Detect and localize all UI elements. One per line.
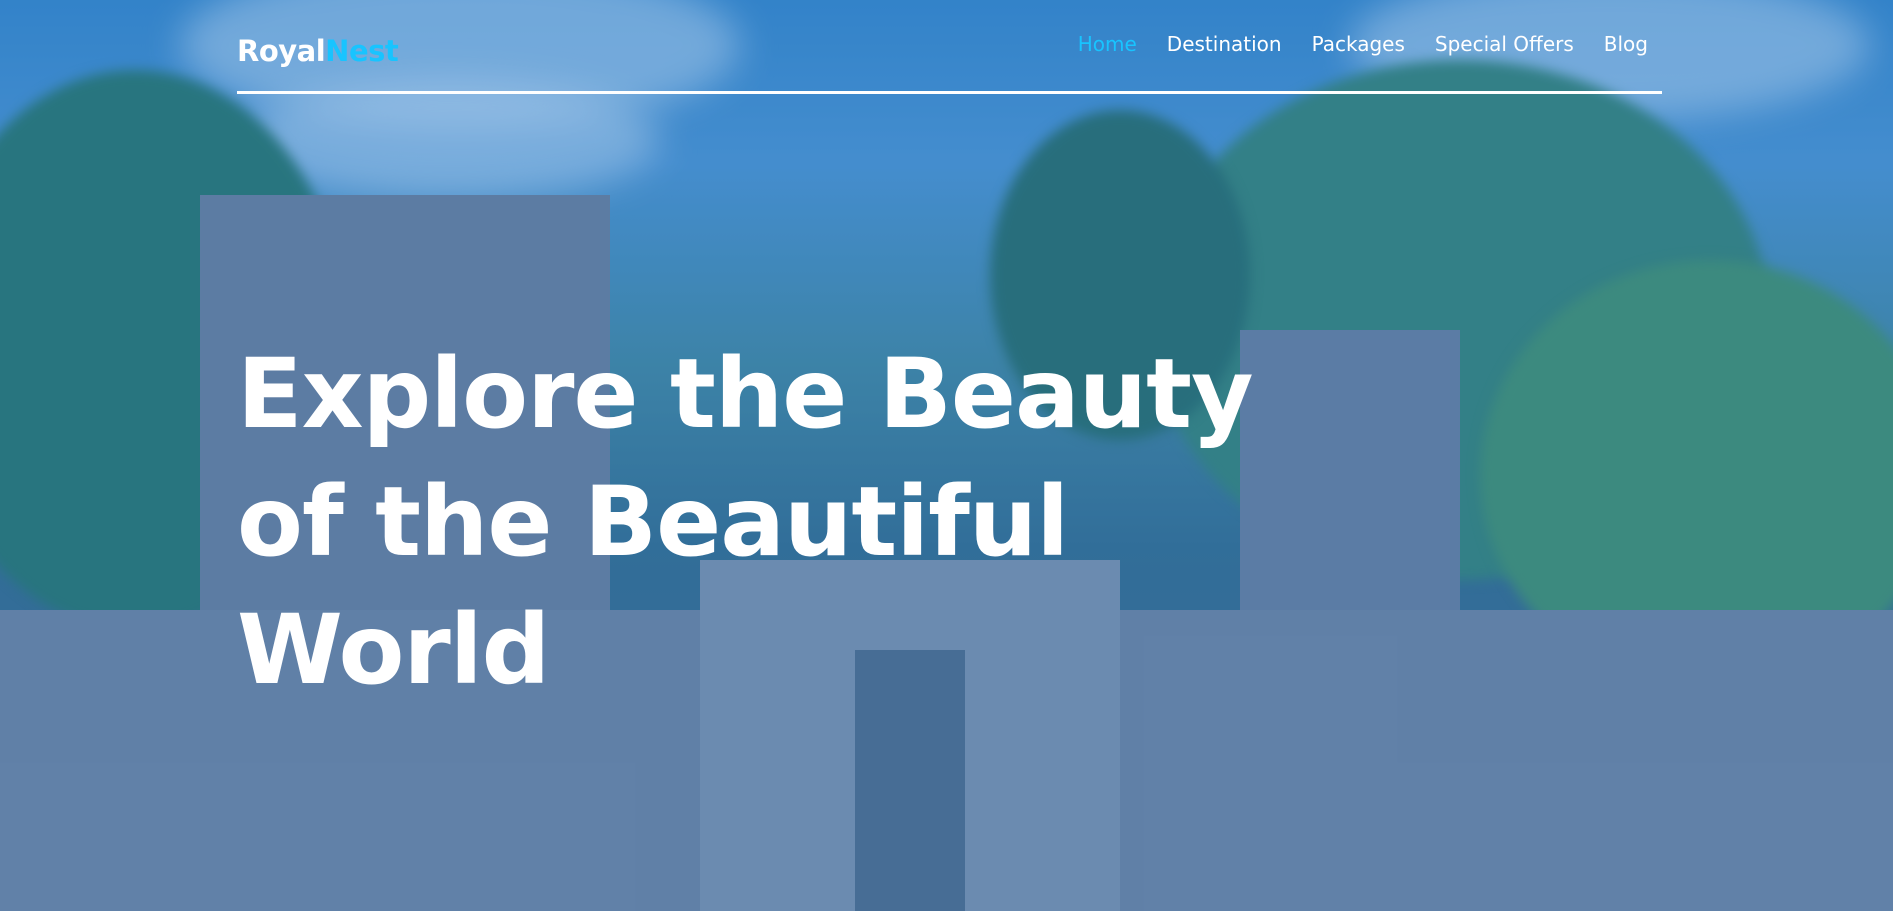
hero-headline-line2: of the Beautiful — [237, 466, 1069, 578]
hero-headline-line1: Explore the Beauty — [237, 338, 1254, 450]
nav-item-destination[interactable]: Destination — [1167, 32, 1282, 56]
nav-item-special-offers[interactable]: Special Offers — [1435, 32, 1574, 56]
nav-item-blog[interactable]: Blog — [1604, 32, 1648, 56]
brand-logo[interactable]: RoyalNest — [237, 34, 399, 68]
nav-item-packages[interactable]: Packages — [1312, 32, 1405, 56]
brand-name-part1: Royal — [237, 34, 326, 68]
hero-headline-line3: World — [237, 594, 550, 706]
site-header: RoyalNest Home Destination Packages Spec… — [237, 26, 1662, 94]
main-nav: Home Destination Packages Special Offers… — [1078, 32, 1648, 56]
hero-headline: Explore the Beauty of the Beautiful Worl… — [237, 330, 1287, 714]
brand-name-part2: Nest — [325, 34, 399, 68]
hero-section: RoyalNest Home Destination Packages Spec… — [0, 0, 1893, 911]
nav-item-home[interactable]: Home — [1078, 32, 1137, 56]
